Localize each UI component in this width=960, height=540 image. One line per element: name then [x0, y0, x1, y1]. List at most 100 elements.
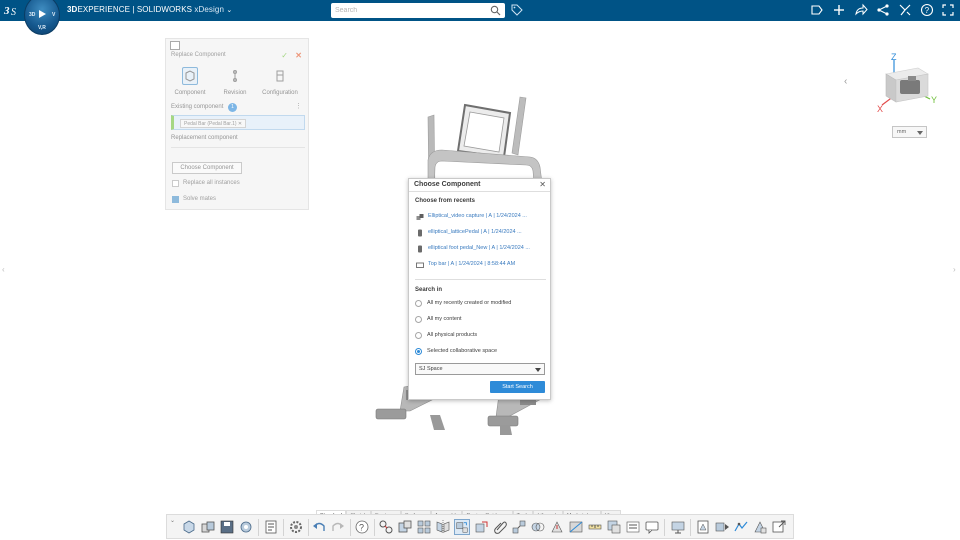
axis-z-label: Z [891, 52, 897, 62]
mate-icon[interactable] [378, 519, 394, 535]
existing-component-field[interactable]: Pedal Bar (Pedal Bar.1) ✕ [171, 115, 305, 130]
axis-y-label: Y [931, 95, 937, 105]
toolbar-divider [374, 519, 375, 536]
search-option-physical-products[interactable]: All physical products [415, 331, 547, 341]
drawing-icon [416, 262, 424, 268]
render-icon[interactable] [606, 519, 622, 535]
search-option-collaborative-space[interactable]: Selected collaborative space [415, 347, 547, 357]
search-input[interactable] [335, 5, 483, 16]
share-icon[interactable] [810, 3, 824, 17]
fix-component-icon[interactable] [549, 519, 565, 535]
collaborative-space-select[interactable]: SJ Space [415, 363, 545, 375]
caret-down-icon [535, 368, 541, 372]
replace-component-icon[interactable] [454, 519, 470, 535]
toolbar-divider [308, 519, 309, 536]
pin-icon[interactable] [170, 41, 180, 50]
view-cube[interactable]: Z Y X [872, 50, 942, 115]
dialog-close-icon[interactable]: ✕ [539, 180, 546, 189]
explode-view-icon[interactable] [511, 519, 527, 535]
undo-icon[interactable] [311, 519, 327, 535]
measure-icon[interactable] [587, 519, 603, 535]
existing-component-chip[interactable]: Pedal Bar (Pedal Bar.1) ✕ [180, 119, 247, 128]
recent-item[interactable]: Top bar | A | 1/24/2024 | 8:58:44 AM [414, 260, 546, 270]
insert-component-icon[interactable] [397, 519, 413, 535]
brand-title[interactable]: 3DEXPERIENCE | SOLIDWORKS xDesign ⌄ [67, 5, 232, 14]
search-box [331, 3, 505, 18]
solve-mates-checkbox[interactable] [172, 196, 179, 203]
left-panel-expand-icon[interactable]: ‹ [2, 265, 5, 274]
animation-icon[interactable] [714, 519, 730, 535]
help-icon[interactable]: ? [920, 3, 934, 17]
section-view-icon[interactable] [568, 519, 584, 535]
recent-item[interactable]: elliptical foot pedal_New | A | 1/24/202… [414, 244, 546, 254]
interference-icon[interactable] [530, 519, 546, 535]
solve-mates-label: Solve mates [183, 196, 217, 202]
compass-widget[interactable]: 3D V V,R [24, 0, 60, 35]
display-icon[interactable] [670, 519, 686, 535]
search-option-recent[interactable]: All my recently created or modified [415, 299, 547, 309]
part-icon [418, 229, 422, 237]
properties-icon[interactable] [263, 519, 279, 535]
start-search-button[interactable]: Start Search [490, 381, 545, 393]
mirror-component-icon[interactable] [435, 519, 451, 535]
radio-button[interactable] [415, 332, 422, 339]
fullscreen-icon[interactable] [941, 3, 955, 17]
shape-icon[interactable] [752, 519, 768, 535]
recent-item[interactable]: elliptical_latticePedal | A | 1/24/2024 … [414, 228, 546, 238]
dialog-title: Choose Component [414, 181, 481, 188]
search-option-label: All physical products [427, 332, 478, 338]
save-icon[interactable] [219, 519, 235, 535]
radio-button[interactable] [415, 300, 422, 307]
dassault-logo-icon[interactable]: 3 S [3, 2, 21, 18]
pattern-icon[interactable] [416, 519, 432, 535]
action-bar-tabs: StandardSketchFeaturesSurfacesAssemblyDe… [316, 504, 621, 520]
comment-icon[interactable] [644, 519, 660, 535]
toolbar-divider [258, 519, 259, 536]
svg-text:?: ? [925, 6, 930, 15]
simulation-icon[interactable] [733, 519, 749, 535]
assembly-icon [416, 214, 424, 220]
move-component-icon[interactable] [473, 519, 489, 535]
settings-gear-icon[interactable] [288, 519, 304, 535]
tab-revision[interactable]: Revision [213, 67, 257, 96]
export-icon[interactable] [771, 519, 787, 535]
units-select[interactable]: mm [892, 126, 927, 138]
search-icon[interactable] [490, 5, 501, 16]
forward-icon[interactable] [854, 3, 868, 17]
replace-all-checkbox[interactable] [172, 180, 179, 187]
cut-list-icon[interactable] [625, 519, 641, 535]
tab-configuration[interactable]: Configuration [258, 67, 302, 96]
recent-item-label: Elliptical_video capture | A | 1/24/2024… [428, 213, 527, 219]
paperclip-icon[interactable] [492, 519, 508, 535]
help-circle-icon[interactable]: ? [354, 519, 370, 535]
redo-icon[interactable] [330, 519, 346, 535]
action-bar-menu-icon[interactable]: ⌄ [170, 517, 175, 524]
configuration-icon [272, 67, 288, 85]
tag-icon[interactable] [511, 4, 523, 16]
panel-close-icon[interactable]: ✕ [295, 51, 302, 60]
more-options-icon[interactable]: ⋮ [295, 102, 302, 110]
dialog-title-divider [409, 191, 550, 192]
tab-component[interactable]: Component [168, 67, 212, 96]
collapse-panel-icon[interactable]: ‹ [844, 76, 847, 87]
radio-button[interactable] [415, 316, 422, 323]
drawing-view-icon[interactable] [695, 519, 711, 535]
plus-icon[interactable] [832, 3, 846, 17]
right-panel-expand-icon[interactable]: › [953, 265, 956, 274]
tools-icon[interactable] [898, 3, 912, 17]
units-value: mm [897, 129, 907, 135]
network-icon[interactable] [876, 3, 890, 17]
new-assembly-icon[interactable] [200, 519, 216, 535]
tab-component-label: Component [174, 90, 206, 96]
caret-down-icon [917, 131, 923, 135]
top-bar: 3 S 3DEXPERIENCE | SOLIDWORKS xDesign ⌄ … [0, 0, 960, 21]
component-icon [182, 67, 198, 85]
search-option-my-content[interactable]: All my content [415, 315, 547, 325]
confirm-check-icon[interactable]: ✓ [281, 51, 288, 60]
rebuild-icon[interactable] [238, 519, 254, 535]
recent-item-label: elliptical_latticePedal | A | 1/24/2024 … [428, 229, 522, 235]
new-part-icon[interactable] [181, 519, 197, 535]
radio-button-selected[interactable] [415, 348, 422, 355]
recent-item[interactable]: Elliptical_video capture | A | 1/24/2024… [414, 212, 546, 222]
choose-component-button[interactable]: Choose Component [172, 162, 242, 174]
